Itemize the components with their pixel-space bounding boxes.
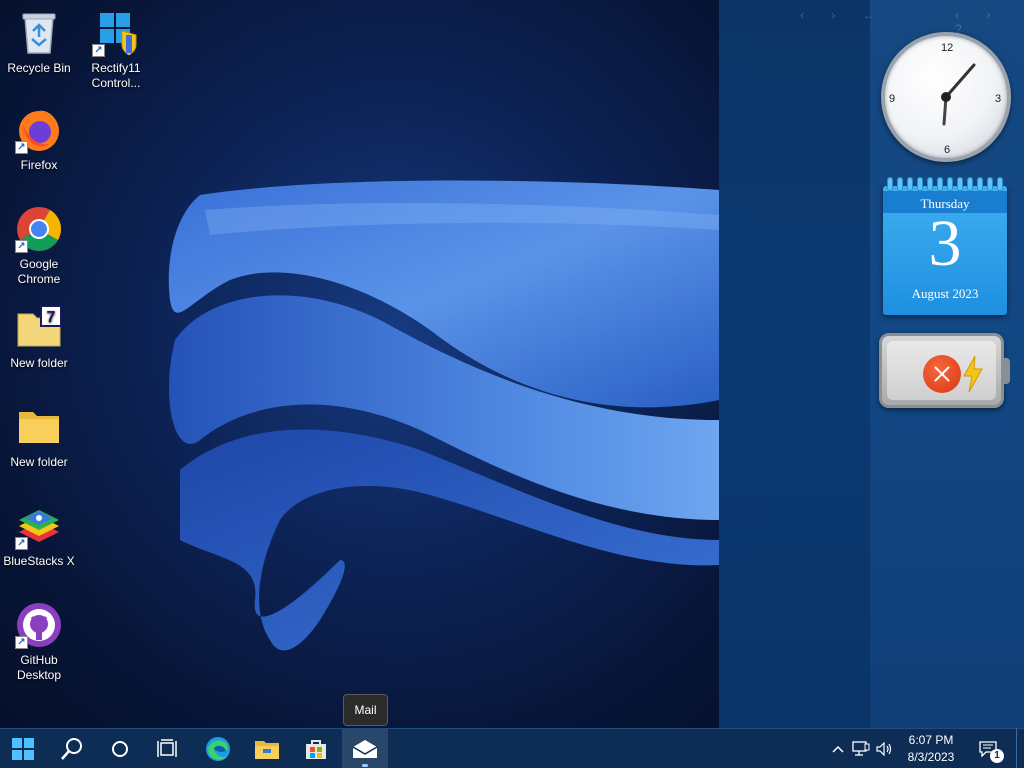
- speaker-icon: [876, 742, 892, 756]
- svg-text:7: 7: [47, 309, 56, 326]
- mail-icon: [352, 740, 378, 758]
- desktop-wallpaper: [0, 0, 719, 728]
- mail-tooltip: Mail: [343, 694, 388, 726]
- nav-arrows-icon: ‹ › ?: [955, 8, 1003, 36]
- battery-gadget[interactable]: [879, 333, 1010, 408]
- edge-icon: [206, 737, 230, 761]
- store-button[interactable]: [293, 729, 339, 768]
- desktop-icon-rectify11-control[interactable]: ↗ Rectify11 Control...: [77, 9, 155, 91]
- recycle-bin-icon: [15, 9, 63, 57]
- taskbar: 6:07 PM 8/3/2023: [0, 728, 1024, 768]
- desktop-icon-firefox[interactable]: ↗ Firefox: [0, 106, 78, 173]
- folder-icon: [15, 403, 63, 451]
- calendar-rings-icon: [887, 177, 1003, 191]
- shortcut-arrow-icon: ↗: [15, 537, 28, 550]
- desktop-icon-bluestacks-x[interactable]: ↗ BlueStacks X: [0, 502, 78, 569]
- desktop-icon-label: Recycle Bin: [7, 61, 71, 75]
- desktop-icon-label: BlueStacks X: [3, 554, 75, 568]
- archive-folder-icon: 7: [15, 304, 63, 352]
- github-icon: ↗: [15, 601, 63, 649]
- desktop-icon-label: GitHub Desktop: [16, 653, 62, 682]
- desktop-icon-new-folder-7z[interactable]: 7 New folder: [0, 304, 78, 371]
- search-button[interactable]: [49, 729, 95, 768]
- windows-logo-icon: [12, 738, 34, 760]
- nav-arrows-icon: ‹ › ←: [800, 8, 887, 22]
- folder-icon: [255, 741, 279, 759]
- mail-button[interactable]: [342, 729, 388, 768]
- search-icon: [61, 738, 82, 760]
- desktop-icon-label: New folder: [10, 455, 68, 469]
- calendar-month-year: August 2023: [911, 286, 979, 301]
- notification-count-badge: 1: [990, 749, 1004, 763]
- file-explorer-button[interactable]: [244, 729, 290, 768]
- show-hidden-icons-button[interactable]: [828, 729, 848, 768]
- network-button[interactable]: [850, 729, 872, 768]
- clock-gadget[interactable]: 12 3 6 9: [881, 32, 1011, 162]
- circle-icon: [112, 741, 128, 757]
- taskbar-date: 8/3/2023: [907, 750, 955, 764]
- show-desktop-button[interactable]: [1016, 728, 1017, 768]
- cortana-button[interactable]: [97, 729, 143, 768]
- shortcut-arrow-icon: ↗: [15, 141, 28, 154]
- desktop-icon-google-chrome[interactable]: ↗ Google Chrome: [0, 205, 78, 287]
- error-icon: [923, 355, 961, 393]
- calendar-gadget[interactable]: Thursday 3 August 2023: [883, 177, 1007, 315]
- lightning-icon: [963, 356, 983, 392]
- volume-button[interactable]: [874, 729, 896, 768]
- store-icon: [306, 740, 326, 759]
- taskbar-clock[interactable]: 6:07 PM 8/3/2023: [898, 732, 964, 766]
- desktop-icon-label: Rectify11 Control...: [91, 61, 141, 90]
- network-icon: [852, 741, 870, 756]
- firefox-icon: ↗: [15, 106, 63, 154]
- edge-button[interactable]: [195, 729, 241, 768]
- bluestacks-icon: ↗: [15, 502, 63, 550]
- desktop-icon-github-desktop[interactable]: ↗ GitHub Desktop: [0, 601, 78, 683]
- desktop-icon-label: Google Chrome: [17, 257, 61, 286]
- shortcut-arrow-icon: ↗: [92, 44, 105, 57]
- task-view-icon: [157, 739, 177, 757]
- taskbar-time: 6:07 PM: [908, 733, 954, 747]
- shortcut-arrow-icon: ↗: [15, 636, 28, 649]
- desktop-icon-label: Firefox: [20, 158, 58, 172]
- shortcut-arrow-icon: ↗: [15, 240, 28, 253]
- task-view-button[interactable]: [145, 729, 191, 768]
- desktop-icon-label: New folder: [10, 356, 68, 370]
- calendar-day-number: 3: [928, 207, 962, 280]
- chrome-icon: ↗: [15, 205, 63, 253]
- desktop-icon-recycle-bin[interactable]: Recycle Bin: [0, 9, 78, 76]
- windows-control-panel-icon: ↗: [92, 9, 140, 57]
- clock-hands-icon: [941, 63, 976, 126]
- start-button[interactable]: [0, 729, 46, 768]
- chevron-up-icon: [832, 745, 844, 753]
- desktop-icon-new-folder[interactable]: New folder: [0, 403, 78, 470]
- battery-tip: [1003, 358, 1010, 384]
